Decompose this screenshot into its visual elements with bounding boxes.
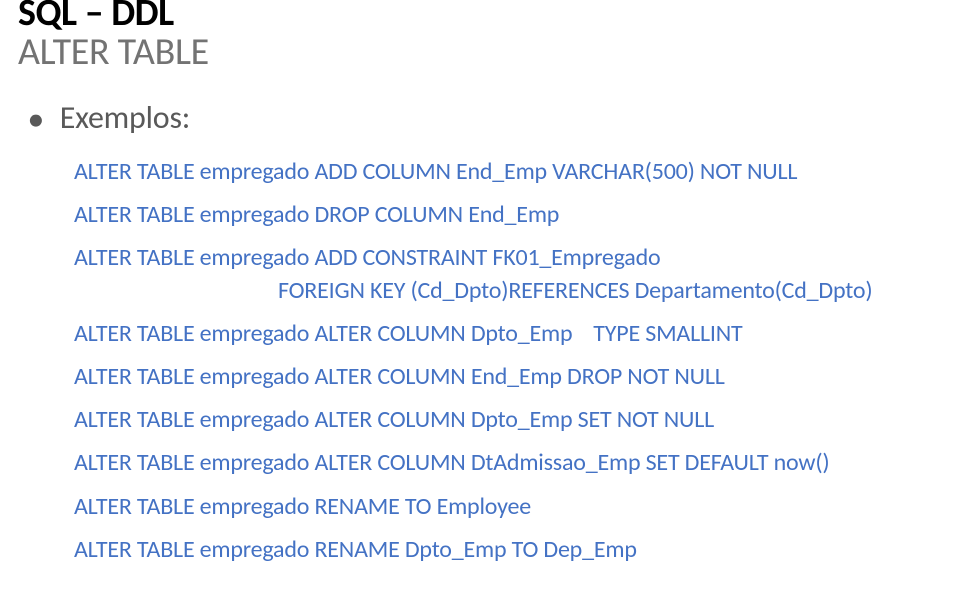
page-subtitle: ALTER TABLE (18, 32, 942, 74)
code-line: ALTER TABLE empregado ADD CONSTRAINT FK0… (74, 241, 942, 274)
code-line: ALTER TABLE empregado ALTER COLUMN DtAdm… (74, 446, 942, 479)
bullet-dot-icon: ● (28, 106, 44, 132)
line-gap (74, 188, 942, 198)
line-gap (74, 523, 942, 533)
line-gap (74, 231, 942, 241)
code-line: ALTER TABLE empregado ADD COLUMN End_Emp… (74, 155, 942, 188)
line-gap (74, 480, 942, 490)
code-line: ALTER TABLE empregado ALTER COLUMN End_E… (74, 360, 942, 393)
line-gap (74, 307, 942, 317)
bullet-label: Exemplos: (60, 98, 190, 137)
code-line: ALTER TABLE empregado ALTER COLUMN Dpto_… (74, 403, 942, 436)
code-line: ALTER TABLE empregado DROP COLUMN End_Em… (74, 198, 942, 231)
line-gap (74, 393, 942, 403)
code-line: ALTER TABLE empregado RENAME Dpto_Emp TO… (74, 533, 942, 566)
line-gap (74, 350, 942, 360)
slide-page: SQL – DDL ALTER TABLE ● Exemplos: ALTER … (0, 0, 960, 602)
bullet-row: ● Exemplos: (28, 98, 942, 137)
code-line: FOREIGN KEY (Cd_Dpto)REFERENCES Departam… (74, 274, 942, 307)
code-line: ALTER TABLE empregado RENAME TO Employee (74, 490, 942, 523)
code-line: ALTER TABLE empregado ALTER COLUMN Dpto_… (74, 317, 942, 350)
line-gap (74, 436, 942, 446)
code-block: ALTER TABLE empregado ADD COLUMN End_Emp… (74, 155, 942, 566)
